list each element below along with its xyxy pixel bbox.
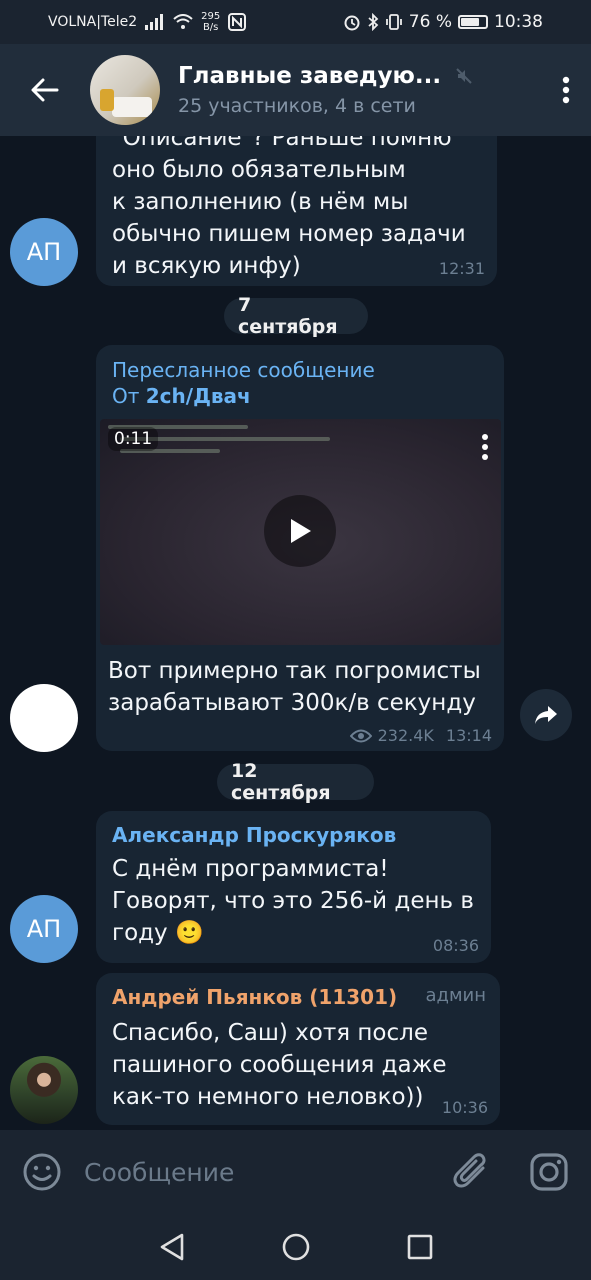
battery-fill xyxy=(461,18,480,26)
forward-source[interactable]: От 2ch/Двач xyxy=(112,383,375,409)
channel-avatar[interactable] xyxy=(10,684,78,752)
date-label: 12 сентября xyxy=(231,760,331,804)
more-vert-icon xyxy=(482,434,488,460)
message-time: 13:14 xyxy=(445,726,492,745)
message-line: Говорят, что это 256-й день в xyxy=(112,888,474,914)
avatar-initials: АП xyxy=(26,915,62,943)
avatar[interactable]: АП xyxy=(10,218,78,286)
message-line: году xyxy=(112,920,168,946)
battery-icon xyxy=(458,15,488,29)
message-input[interactable]: Сообщение xyxy=(84,1158,453,1187)
carrier-label: VOLNA|Tele2 xyxy=(48,14,138,30)
net-speed-value: 295 xyxy=(201,11,221,22)
group-avatar[interactable] xyxy=(90,55,160,125)
message-line: оно было обязательным xyxy=(112,157,406,183)
date-separator: 12 сентября xyxy=(217,760,374,804)
chat-title: Главные заведую... xyxy=(178,63,442,89)
nav-recents-icon[interactable] xyxy=(406,1233,434,1261)
message-line: как-то немного неловко)) xyxy=(112,1084,424,1110)
date-separator: 7 сентября xyxy=(224,294,368,338)
chat-header: Главные заведую... 25 участников, 4 в се… xyxy=(0,44,591,136)
mute-icon xyxy=(456,68,472,84)
sender-name[interactable]: Андрей Пьянков (11301) xyxy=(112,985,397,1009)
smile-emoji: 🙂 xyxy=(174,920,204,946)
vibrate-icon xyxy=(385,14,402,30)
camera-icon[interactable] xyxy=(529,1152,569,1192)
video-preview[interactable]: 0:11 xyxy=(100,419,501,645)
net-speed-unit: B/s xyxy=(202,22,219,33)
message-line: С днём программиста! xyxy=(112,856,389,882)
message-time: 12:31 xyxy=(438,259,485,278)
message-line: к заполнению (в нём мы xyxy=(112,189,409,215)
message-time: 08:36 xyxy=(432,936,479,955)
sender-name[interactable]: Александр Проскуряков xyxy=(112,823,396,847)
nav-back-icon[interactable] xyxy=(158,1232,186,1262)
message-line: обычно пишем номер задачи xyxy=(112,221,466,247)
admin-badge: админ xyxy=(425,985,486,1006)
user-photo-avatar[interactable] xyxy=(10,1056,78,1124)
chat-title-block[interactable]: Главные заведую... 25 участников, 4 в се… xyxy=(178,63,541,117)
views-count: 232.4K xyxy=(377,726,434,745)
back-arrow-icon xyxy=(31,78,59,102)
status-right: 76 % 10:38 xyxy=(343,12,543,32)
forward-from-prefix: От xyxy=(112,384,146,408)
attach-icon[interactable] xyxy=(453,1152,489,1192)
play-button[interactable] xyxy=(264,495,336,567)
message-line: Вот примерно так погромисты xyxy=(108,658,481,684)
clock: 10:38 xyxy=(494,12,543,32)
message-line: и всякую инфу) xyxy=(112,253,301,279)
share-arrow-icon xyxy=(535,706,557,724)
views-eye-icon xyxy=(349,729,372,742)
chat-subtitle: 25 участников, 4 в сети xyxy=(178,95,416,117)
message-bubble[interactable]: "Описание"? Раньше помню оно было обязат… xyxy=(96,136,497,286)
message-line: зарабатывают 300к/в секунду xyxy=(108,690,476,716)
bluetooth-icon xyxy=(368,13,379,31)
video-menu-button[interactable] xyxy=(481,433,489,465)
net-speed: 295 B/s xyxy=(201,11,220,33)
message-bubble[interactable]: Андрей Пьянков (11301) админ Спасибо, Са… xyxy=(96,973,500,1125)
wifi-icon xyxy=(173,14,193,29)
nfc-icon xyxy=(228,13,247,31)
status-bar: VOLNA|Tele2 295 B/s 76 % 10:38 xyxy=(0,0,591,44)
message-input-bar: Сообщение xyxy=(0,1130,591,1214)
forward-label: Пересланное сообщение xyxy=(112,358,375,382)
more-button[interactable] xyxy=(541,76,591,104)
signal-icon xyxy=(145,14,164,30)
message-time: 10:36 xyxy=(441,1098,488,1117)
forward-from-channel[interactable]: 2ch/Двач xyxy=(146,384,251,408)
video-duration: 0:11 xyxy=(108,427,159,451)
play-icon xyxy=(291,519,311,543)
avatar-initials: АП xyxy=(26,238,62,266)
emoji-icon[interactable] xyxy=(22,1152,62,1192)
alarm-icon xyxy=(344,15,360,31)
date-label: 7 сентября xyxy=(238,294,338,338)
message-line: "Описание"? Раньше помню xyxy=(112,136,452,151)
message-line: Спасибо, Саш) хотя после xyxy=(112,1020,428,1046)
nav-home-icon[interactable] xyxy=(281,1232,311,1262)
avatar[interactable]: АП xyxy=(10,895,78,963)
share-button[interactable] xyxy=(520,689,572,741)
system-nav-bar xyxy=(0,1214,591,1280)
back-button[interactable] xyxy=(0,44,90,136)
status-left: VOLNA|Tele2 295 B/s xyxy=(48,11,247,33)
message-list[interactable]: "Описание"? Раньше помню оно было обязат… xyxy=(0,136,591,1130)
message-bubble[interactable]: Александр Проскуряков С днём программист… xyxy=(96,811,491,963)
more-vert-icon xyxy=(562,76,570,104)
battery-percent: 76 % xyxy=(408,12,452,32)
message-line: пашиного сообщения даже xyxy=(112,1052,447,1078)
